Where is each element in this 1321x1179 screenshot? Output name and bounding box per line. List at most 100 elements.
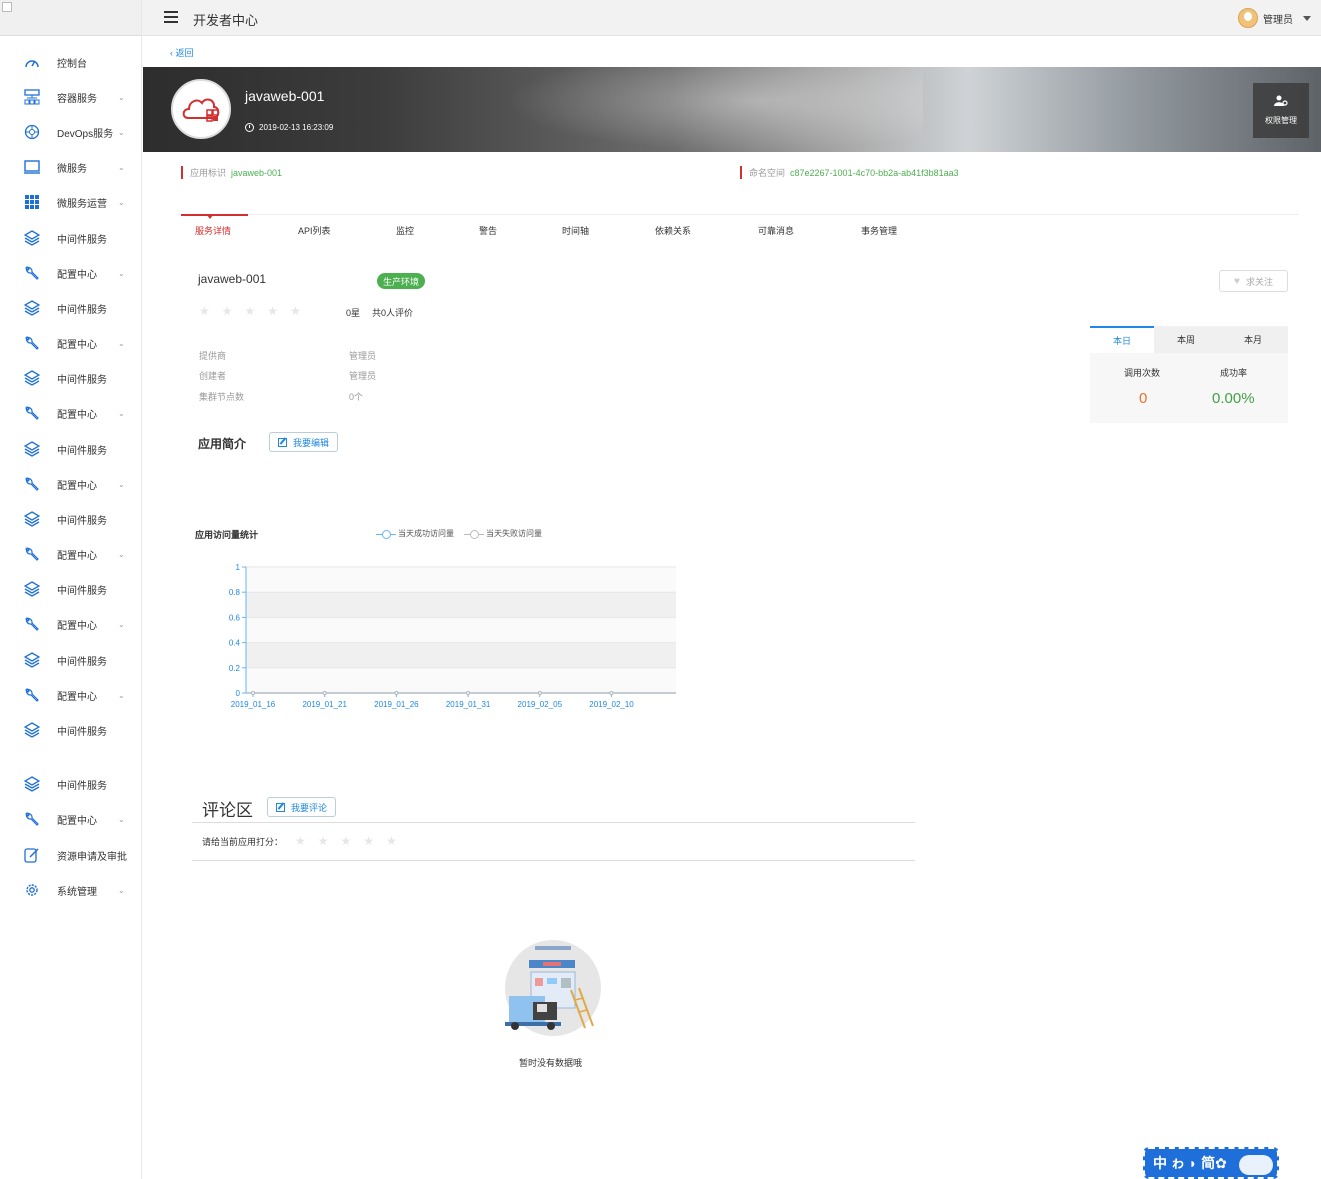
plot-area [246,567,676,693]
user-name[interactable]: 管理员 [1263,11,1293,26]
stats-tab-month[interactable]: 本月 [1218,326,1288,353]
chevron-down-icon: ⌄ [118,338,125,348]
permission-label[interactable]: 权限管理 [1265,115,1297,126]
detail-app-name: javaweb-001 [198,272,267,286]
star-icon: ★ [199,304,210,318]
sidebar-item[interactable]: 中间件服务 [0,772,142,796]
legend-label[interactable]: 当天失败访问量 [486,528,542,539]
sidebar-item[interactable]: 配置中心 ⌄ [0,807,142,831]
tab-warning[interactable]: 警告 [479,224,497,237]
sidebar-item[interactable]: 中间件服务 [0,437,142,461]
sidebar-item[interactable]: 系统管理 ⌄ [0,878,142,902]
sidebar-item[interactable]: DevOps服务 ⌄ [0,120,142,144]
stats-tab-today[interactable]: 本日 [1090,326,1154,353]
legend-item-failure[interactable]: 当天失败访问量 [464,528,542,539]
back-link[interactable]: ‹ 返回 [170,46,194,59]
star-icon[interactable]: ★ [341,834,352,848]
tab-reliable-messages[interactable]: 可靠消息 [758,224,794,237]
sidebar-item[interactable]: 配置中心 ⌄ [0,472,142,496]
rating-value: 0星 [346,308,361,318]
x-tick-label: 2019_01_21 [302,700,347,709]
layers-icon [24,581,40,597]
sidebar-item[interactable]: 容器服务 ⌄ [0,85,142,109]
sidebar-item-label: 中间件服务 [57,374,107,386]
write-comment-label[interactable]: 我要评论 [291,801,327,814]
field-value: 管理员 [349,371,377,381]
sidebar-item[interactable]: 中间件服务 [0,366,142,390]
sidebar-item[interactable]: 配置中心 ⌄ [0,542,142,566]
menu-toggle-icon[interactable] [164,11,178,23]
edit-intro-button[interactable]: 我要编辑 [269,432,339,452]
tab-transactions[interactable]: 事务管理 [861,224,897,237]
sidebar-item[interactable]: 控制台 [0,50,142,74]
sidebar-item[interactable]: 中间件服务 [0,296,142,320]
field-value: 管理员 [349,351,377,361]
sidebar-item[interactable]: 配置中心 ⌄ [0,261,142,285]
tab-dependencies[interactable]: 依赖关系 [655,224,691,237]
user-menu[interactable]: 管理员 [1238,8,1311,28]
divider [192,860,915,861]
y-tick-label: 0.4 [229,639,241,648]
rate-stars-input[interactable]: ★ ★ ★ ★ ★ [295,834,409,848]
sidebar-item[interactable]: 配置中心 ⌄ [0,612,142,636]
wrench-icon [24,405,40,421]
star-icon[interactable]: ★ [295,834,306,848]
sidebar-item-label: 配置中心 [57,815,97,827]
sidebar-item[interactable]: 配置中心 ⌄ [0,683,142,707]
call-stats-panel: 本日 本周 本月 调用次数 成功率 0 0.00% [1090,326,1288,423]
chevron-down-icon: ⌄ [118,127,125,137]
back-label[interactable]: 返回 [176,48,194,58]
sidebar-item[interactable]: 中间件服务 [0,648,142,672]
sidebar-item[interactable]: 微服务 ⌄ [0,155,142,179]
sidebar-item-label: 资源申请及审批 [57,851,127,863]
sidebar-item-label: 中间件服务 [57,234,107,246]
permission-button[interactable]: 权限管理 [1253,83,1309,138]
sidebar-item[interactable]: 配置中心 ⌄ [0,331,142,355]
caret-down-icon[interactable] [1303,15,1311,21]
wrench-icon [24,265,40,281]
chevron-down-icon: ⌄ [118,268,125,278]
write-comment-button[interactable]: 我要评论 [267,797,337,817]
follow-label[interactable]: 求关注 [1246,275,1273,288]
sidebar-item-label: 中间件服务 [57,304,107,316]
sidebar-item[interactable]: 微服务运营 ⌄ [0,190,142,214]
tab-monitor[interactable]: 监控 [396,224,414,237]
app-id-label: 应用标识 [190,168,227,178]
layers-icon [24,776,40,792]
stats-tab-week[interactable]: 本周 [1154,326,1218,353]
tab-api-list[interactable]: API列表 [298,224,331,237]
layers-icon [24,230,40,246]
sidebar-item[interactable]: 资源申请及审批 [0,843,142,867]
sidebar-item[interactable]: 中间件服务 [0,577,142,601]
layers-icon [24,652,40,668]
follow-button[interactable]: ♥ 求关注 [1219,270,1288,292]
star-icon: ★ [244,304,256,318]
data-point [322,691,327,695]
sidebar-item[interactable]: 中间件服务 [0,507,142,531]
sidebar-item[interactable]: 中间件服务 [0,718,142,742]
wrench-icon [24,546,40,562]
tab-timeline[interactable]: 时间轴 [562,224,589,237]
star-icon[interactable]: ★ [386,834,397,848]
star-icon[interactable]: ★ [363,834,374,848]
sidebar-item[interactable]: 配置中心 ⌄ [0,401,142,425]
sidebar-item-label: 容器服务 [57,93,97,105]
legend-label[interactable]: 当天成功访问量 [398,528,454,539]
sidebar-item-label: 微服务 [57,163,87,175]
calls-value: 0 [1139,390,1148,407]
y-tick-label: 0 [236,689,241,698]
ime-toolbar[interactable]: 中 ゎ ◗ 简 ✿ [1143,1147,1279,1179]
rate-prompt: 请给当前应用打分： [202,837,284,847]
tab-service-detail[interactable]: 服务详情 [195,224,231,237]
ime-text[interactable]: 中 ゎ ◗ 简 [1153,1153,1215,1173]
app-banner: javaweb-001 2019-02-13 16:23:09 权限管理 [143,67,1321,152]
rating-count: 共0人评价 [372,308,414,318]
rating-stars: ★ ★ ★ ★ ★ [199,304,313,318]
avatar[interactable] [1238,8,1258,28]
star-icon[interactable]: ★ [318,834,329,848]
legend-item-success[interactable]: 当天成功访问量 [376,528,454,539]
chart-title: 应用访问量统计 [195,530,259,540]
edit-intro-label[interactable]: 我要编辑 [293,436,329,449]
divider [192,822,915,823]
sidebar-item[interactable]: 中间件服务 [0,226,142,250]
